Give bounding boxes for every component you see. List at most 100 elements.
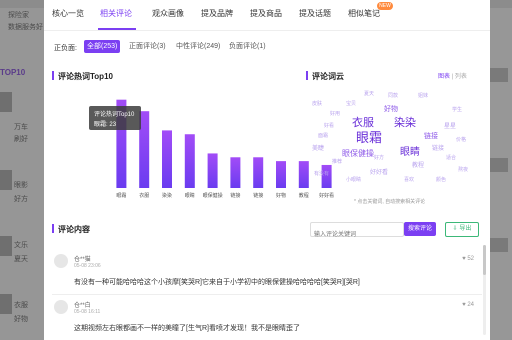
comment-time: 05-08 23:06 xyxy=(74,263,101,269)
x-tick-label: 眼保健操 xyxy=(203,192,223,199)
cloud-word[interactable]: 夏天 xyxy=(364,92,374,97)
tab-mentioned-products[interactable]: 提及商品 xyxy=(250,8,282,19)
bg-thumbnail xyxy=(0,294,12,314)
comment-search-box xyxy=(310,222,405,242)
bg-text: 探险家 xyxy=(8,12,29,19)
bar-3[interactable] xyxy=(184,134,195,188)
bg-text: 夏天 xyxy=(14,256,28,263)
background-left-column: 探险家 数据服务好 TOP10 万车 刷好 眼影 好方 文乐 夏天 衣服 好物 xyxy=(0,8,46,340)
tab-mentioned-brands[interactable]: 提及品牌 xyxy=(201,8,233,19)
bg-text: 刷好 xyxy=(14,136,28,143)
cloud-word[interactable]: 同款 xyxy=(388,94,398,99)
bar-7[interactable] xyxy=(276,161,286,188)
cloud-word[interactable]: 星星 xyxy=(444,124,456,130)
word-cloud: 眼霜 衣服 染染眼睛 眼保健操 好物链接教程 星星好好看 美睫 链接有没有 同款 姐妹好看 学生面霜… xyxy=(306,86,482,190)
filter-negative[interactable]: 负面评论(1) xyxy=(226,40,269,53)
comments-scrollbar[interactable] xyxy=(483,245,486,335)
x-tick-label: 眼睛 xyxy=(185,192,195,199)
search-comments-button[interactable]: 搜索评论 xyxy=(404,222,436,236)
cloud-word[interactable]: 宝贝 xyxy=(346,102,356,107)
x-tick-label: 染染 xyxy=(162,192,172,199)
tab-bar: 核心一览 相关评论 观众画像 提及品牌 提及商品 提及话题 相似笔记 NEW xyxy=(44,0,490,31)
filter-neutral[interactable]: 中性评论(249) xyxy=(173,40,223,53)
export-button[interactable]: ⇩ 导出 xyxy=(445,222,479,237)
comment-author: 仓**白 xyxy=(74,303,91,309)
comment-likes: ♥ 52 xyxy=(462,256,474,262)
bar-6[interactable] xyxy=(253,157,264,188)
hot-words-title: 评论热词Top10 xyxy=(58,72,113,81)
cloud-word[interactable]: 好看 xyxy=(324,124,334,129)
scroll-thumb[interactable] xyxy=(483,245,486,275)
cloud-word[interactable]: 好用 xyxy=(330,112,340,117)
comment-text: 这期视频左右眼都画不一样的美瞳了[生气R]看喷才发现！我不是眼睛歪了 xyxy=(74,325,300,332)
cloud-word[interactable]: 好物 xyxy=(384,106,398,113)
cloud-word[interactable]: 小眼睛 xyxy=(346,178,361,183)
filter-positive[interactable]: 正面评论(3) xyxy=(126,40,169,53)
comment-text: 有没有一种可能哈哈哈这个小孩摩[笑哭R]它来自于小学初中的眼保健操哈哈哈哈[笑哭… xyxy=(74,279,360,286)
avatar xyxy=(54,300,68,314)
x-tick-label: 教程 xyxy=(299,192,309,199)
filter-all[interactable]: 全部(253) xyxy=(84,40,121,53)
cloud-word[interactable]: 适合 xyxy=(446,156,456,161)
tab-related-comments[interactable]: 相关评论 xyxy=(100,8,132,19)
note-detail-modal: 核心一览 相关评论 观众画像 提及品牌 提及商品 提及话题 相似笔记 NEW 正… xyxy=(44,0,490,340)
tab-similar-notes[interactable]: 相似笔记 xyxy=(348,8,380,19)
comment-search-input[interactable] xyxy=(311,228,405,242)
x-tick-label: 衣服 xyxy=(139,192,149,199)
comment-time: 05-08 16:11 xyxy=(74,309,101,315)
tab-audience-profile[interactable]: 观众画像 xyxy=(152,8,184,19)
bar-2[interactable] xyxy=(162,130,172,188)
tab-core-overview[interactable]: 核心一览 xyxy=(52,8,84,19)
cloud-word[interactable]: 好好看 xyxy=(370,170,388,176)
cloud-view-switch: 图表 | 列表 xyxy=(438,74,467,80)
new-badge: NEW xyxy=(377,2,393,10)
cloud-word[interactable]: 姐妹 xyxy=(418,94,428,99)
section-marker xyxy=(306,71,308,80)
cloud-word[interactable]: 喜欢 xyxy=(404,178,414,183)
bar-4[interactable] xyxy=(207,153,218,188)
cloud-word[interactable]: 好方 xyxy=(374,156,384,161)
hot-words-bar-chart: 眼霜 衣服 染染 眼睛 眼保健操 链接 链接 好物 教程 好好看 xyxy=(116,99,334,199)
cloud-word[interactable]: 皮肤 xyxy=(312,102,322,107)
cloud-view-chart[interactable]: 图表 xyxy=(438,74,450,80)
bg-text: 好方 xyxy=(14,196,28,203)
bg-thumbnail xyxy=(0,236,12,256)
comments-title: 评论内容 xyxy=(58,225,90,234)
x-tick-label: 好物 xyxy=(276,192,286,199)
heart-icon: ♥ xyxy=(462,302,466,308)
cloud-word[interactable]: 熬夜 xyxy=(458,168,468,173)
word-cloud-note: * 点击关键词, 自动搜索相关评论 xyxy=(354,199,426,205)
bar-5[interactable] xyxy=(230,157,241,188)
cloud-word[interactable]: 美睫 xyxy=(312,146,324,152)
cloud-view-list[interactable]: 列表 xyxy=(455,74,467,80)
chart-tooltip: 评论热词Top10 眼霜: 23 xyxy=(89,106,141,130)
heart-icon: ♥ xyxy=(462,256,466,262)
section-marker xyxy=(52,224,54,233)
cloud-word[interactable]: 价格 xyxy=(456,138,466,143)
cloud-word[interactable]: 衣服 xyxy=(352,118,374,129)
cloud-word[interactable]: 链接 xyxy=(424,133,438,140)
active-tab-indicator xyxy=(98,28,136,30)
comment-item: 仓**白 05-08 16:11 ♥ 24 这期视频左右眼都画不一样的美瞳了[生… xyxy=(52,296,482,340)
cloud-word[interactable]: 染染 xyxy=(394,118,416,129)
cloud-word[interactable]: 眼霜 xyxy=(356,131,382,144)
bg-text: 衣服 xyxy=(14,302,28,309)
cloud-word[interactable]: 推荐 xyxy=(332,160,342,165)
comment-likes: ♥ 24 xyxy=(462,302,474,308)
cloud-word[interactable]: 链接 xyxy=(432,146,444,152)
cloud-word[interactable]: 面霜 xyxy=(318,134,328,139)
bg-thumbnail xyxy=(0,170,12,190)
x-tick-label: 链接 xyxy=(253,192,263,199)
bg-text: 好物 xyxy=(14,316,28,323)
tooltip-value: 眼霜: 23 xyxy=(94,122,117,128)
cloud-word[interactable]: 教程 xyxy=(412,163,424,169)
bg-text: 眼影 xyxy=(14,182,28,189)
cloud-word[interactable]: 眼保健操 xyxy=(342,150,374,158)
cloud-word[interactable]: 颜色 xyxy=(436,178,446,183)
comment-author: 仓**猫 xyxy=(74,257,91,263)
cloud-word[interactable]: 有没有 xyxy=(314,172,329,177)
bg-thumbnail xyxy=(0,92,12,112)
tab-mentioned-topics[interactable]: 提及话题 xyxy=(299,8,331,19)
cloud-word[interactable]: 学生 xyxy=(452,108,462,113)
cloud-word[interactable]: 眼睛 xyxy=(400,148,420,158)
